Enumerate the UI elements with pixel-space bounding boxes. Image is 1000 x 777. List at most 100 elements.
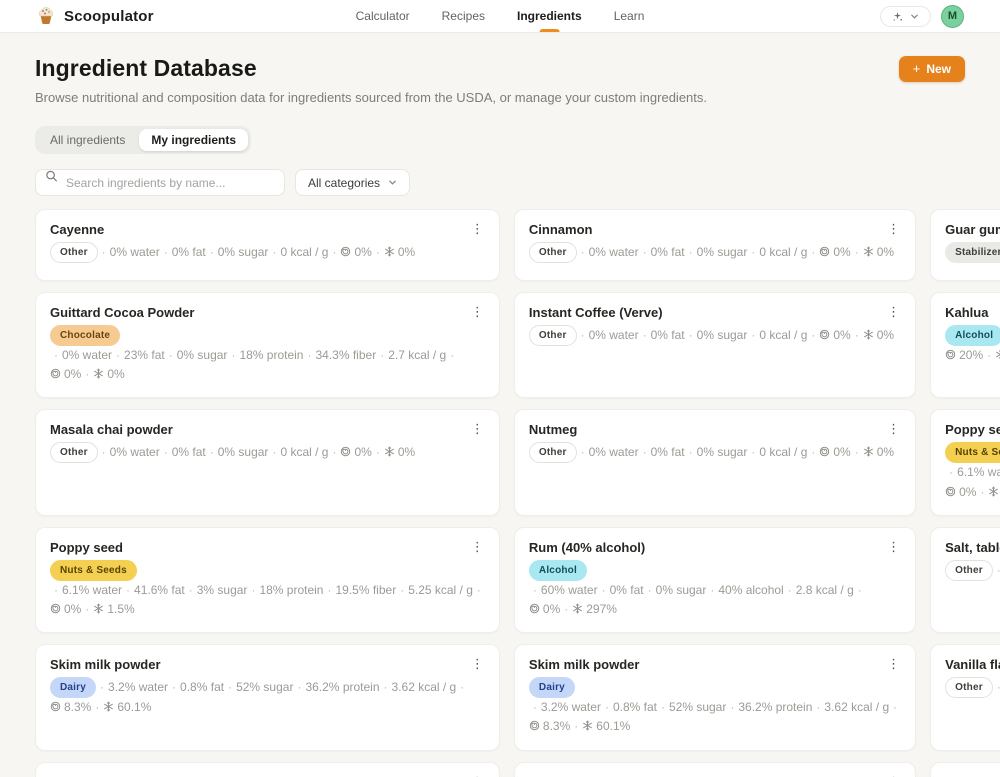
kebab-menu-icon[interactable]: ⋮: [882, 420, 905, 437]
sweetness-pod-icon: [819, 444, 830, 463]
category-badge: Other: [945, 677, 993, 698]
snowflake-fpd-icon: [93, 366, 104, 385]
tab-my-ingredients[interactable]: My ingredients: [139, 129, 248, 151]
ingredient-stats: Chocolate·0% water·23% fat·0% sugar·18% …: [50, 325, 485, 385]
kebab-menu-icon[interactable]: ⋮: [882, 303, 905, 320]
theme-toggle[interactable]: [880, 6, 931, 27]
category-filter-label: All categories: [308, 176, 380, 190]
ingredient-stats: Other·0% water·0% fat·0% sugar·0 kcal / …: [529, 242, 901, 263]
ingredient-name: Cinnamon: [529, 222, 901, 237]
category-badge: Nuts & Seeds: [50, 560, 137, 581]
app-header: Scoopulator CalculatorRecipesIngredients…: [0, 0, 1000, 33]
nav-item-ingredients[interactable]: Ingredients: [505, 0, 594, 32]
tab-all-ingredients[interactable]: All ingredients: [38, 129, 137, 151]
snowflake-fpd-icon: [863, 327, 874, 346]
brand[interactable]: Scoopulator: [36, 6, 154, 26]
kebab-menu-icon[interactable]: ⋮: [882, 220, 905, 237]
ingredient-name: Guittard Cocoa Powder: [50, 305, 485, 320]
ingredient-card[interactable]: Rum (40% alcohol) ⋮ Alcohol·60% water·0%…: [514, 527, 916, 633]
ingredient-stats: Stabilizer·0% water·0% fat·0% sugar·0 kc…: [945, 242, 1000, 263]
snowflake-fpd-icon: [863, 444, 874, 463]
kebab-menu-icon[interactable]: ⋮: [882, 655, 905, 672]
brand-name: Scoopulator: [64, 8, 154, 25]
ingredient-name: Poppy seed: [50, 540, 485, 555]
category-badge: Other: [529, 242, 577, 263]
ingredient-card[interactable]: Whole milk ⋮ Dairy·88.1% water·3.2% fat·…: [930, 762, 1000, 777]
ingredient-card[interactable]: Vanilla flavor ⋮ Other·100% water·0% fat…: [35, 762, 500, 777]
sweetness-pod-icon: [819, 244, 830, 263]
ingredient-name: Salt, table, iodized: [945, 540, 1000, 555]
ingredient-stats: Nuts & Seeds·6.1% water·41.6% fat·3% sug…: [50, 560, 485, 620]
ingredient-card[interactable]: Guittard Cocoa Powder ⋮ Chocolate·0% wat…: [35, 292, 500, 398]
ingredient-card[interactable]: Vanilla flavor ⋮ Other·100% water·0% fat…: [930, 644, 1000, 750]
nav-item-recipes[interactable]: Recipes: [430, 0, 497, 32]
avatar[interactable]: M: [941, 5, 964, 28]
ingredient-stats: Alcohol·60% water·0% fat·0% sugar·40% al…: [529, 560, 901, 620]
ingredient-name: Poppy seed: [945, 422, 1000, 437]
kebab-menu-icon[interactable]: ⋮: [466, 538, 489, 555]
category-filter[interactable]: All categories: [295, 169, 410, 196]
ingredient-card[interactable]: Skim milk powder ⋮ Dairy·3.2% water·0.8%…: [514, 644, 916, 750]
kebab-menu-icon[interactable]: ⋮: [466, 773, 489, 777]
ingredient-stats: Other·0% water·0% fat·0% sugar·0 kcal / …: [50, 242, 485, 263]
sweetness-pod-icon: [819, 327, 830, 346]
snowflake-fpd-icon: [93, 601, 104, 620]
snowflake-fpd-icon: [995, 347, 1000, 366]
ingredient-name: Kahlua: [945, 305, 1000, 320]
category-badge: Dairy: [529, 677, 575, 698]
ingredient-card[interactable]: Guar gum ⋮ Stabilizer·0% water·0% fat·0%…: [930, 209, 1000, 281]
sweetness-pod-icon: [529, 718, 540, 737]
snowflake-fpd-icon: [988, 484, 999, 503]
chevron-down-icon: [910, 12, 919, 21]
search-input[interactable]: [35, 169, 285, 196]
ingredient-stats: Dairy·3.2% water·0.8% fat·52% sugar·36.2…: [529, 677, 901, 737]
new-ingredient-button[interactable]: + New: [899, 56, 965, 82]
ingredient-card[interactable]: Vodka (40% ABV) ⋮ Alcohol·60% water·0% f…: [514, 762, 916, 777]
category-badge: Other: [529, 442, 577, 463]
category-badge: Alcohol: [529, 560, 587, 581]
ingredient-card[interactable]: Cayenne ⋮ Other·0% water·0% fat·0% sugar…: [35, 209, 500, 281]
ingredient-name: Skim milk powder: [50, 657, 485, 672]
ingredient-grid: Cayenne ⋮ Other·0% water·0% fat·0% sugar…: [35, 209, 965, 777]
theme-icon: [892, 11, 903, 22]
ingredient-name: Rum (40% alcohol): [529, 540, 901, 555]
kebab-menu-icon[interactable]: ⋮: [466, 220, 489, 237]
ingredient-card[interactable]: Instant Coffee (Verve) ⋮ Other·0% water·…: [514, 292, 916, 398]
page-title: Ingredient Database: [35, 55, 257, 82]
snowflake-fpd-icon: [582, 718, 593, 737]
kebab-menu-icon[interactable]: ⋮: [466, 420, 489, 437]
nav-item-calculator[interactable]: Calculator: [344, 0, 422, 32]
ingredient-name: Masala chai powder: [50, 422, 485, 437]
kebab-menu-icon[interactable]: ⋮: [882, 538, 905, 555]
kebab-menu-icon[interactable]: ⋮: [882, 773, 905, 777]
ingredient-card[interactable]: Salt, table, iodized ⋮ Other·0.4% water·…: [930, 527, 1000, 633]
ingredient-stats: Alcohol·40% water·0% fat·40% sugar·20% a…: [945, 325, 1000, 366]
snowflake-fpd-icon: [103, 699, 114, 718]
sweetness-pod-icon: [340, 444, 351, 463]
chevron-down-icon: [388, 178, 397, 187]
sweetness-pod-icon: [529, 601, 540, 620]
kebab-menu-icon[interactable]: ⋮: [466, 303, 489, 320]
sweetness-pod-icon: [50, 699, 61, 718]
kebab-menu-icon[interactable]: ⋮: [466, 655, 489, 672]
ingredient-card[interactable]: Masala chai powder ⋮ Other·0% water·0% f…: [35, 409, 500, 515]
snowflake-fpd-icon: [863, 244, 874, 263]
search-box: [35, 169, 285, 196]
ingredient-stats: Other·100% water·0% fat·0% sugar·0 kcal …: [945, 677, 1000, 698]
category-badge: Alcohol: [945, 325, 1000, 346]
ingredient-stats: Dairy·3.2% water·0.8% fat·52% sugar·36.2…: [50, 677, 485, 718]
nav-item-learn[interactable]: Learn: [602, 0, 657, 32]
ingredient-card[interactable]: Cinnamon ⋮ Other·0% water·0% fat·0% suga…: [514, 209, 916, 281]
category-badge: Other: [529, 325, 577, 346]
sweetness-pod-icon: [945, 484, 956, 503]
ingredient-card[interactable]: Nutmeg ⋮ Other·0% water·0% fat·0% sugar·…: [514, 409, 916, 515]
category-badge: Other: [945, 560, 993, 581]
ingredient-tabs: All ingredientsMy ingredients: [35, 126, 251, 154]
ingredient-stats: Other·0.4% water·0% fat·0% sugar·0 kcal …: [945, 560, 1000, 581]
ingredient-card[interactable]: Poppy seed ⋮ Nuts & Seeds·6.1% water·41.…: [35, 527, 500, 633]
ingredient-card[interactable]: Kahlua ⋮ Alcohol·40% water·0% fat·40% su…: [930, 292, 1000, 398]
ingredient-stats: Nuts & Seeds·6.1% water·41.6% fat·3% sug…: [945, 442, 1000, 502]
ingredient-card[interactable]: Skim milk powder ⋮ Dairy·3.2% water·0.8%…: [35, 644, 500, 750]
ingredient-card[interactable]: Poppy seed ⋮ Nuts & Seeds·6.1% water·41.…: [930, 409, 1000, 515]
ingredient-name: Nutmeg: [529, 422, 901, 437]
